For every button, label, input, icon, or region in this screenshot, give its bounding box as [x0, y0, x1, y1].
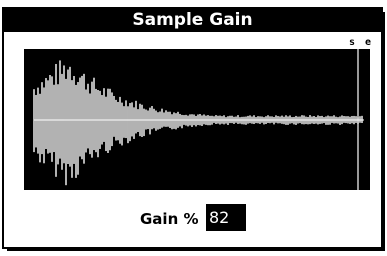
- waveform-display[interactable]: [24, 49, 370, 190]
- waveform-graphic: [33, 49, 364, 190]
- gain-row: Gain % 82: [4, 204, 381, 234]
- gain-label: Gain %: [140, 210, 199, 228]
- gain-percent-field[interactable]: 82: [206, 204, 246, 231]
- sample-gain-dialog: Sample Gain s e Gain % 82: [2, 7, 383, 249]
- start-end-marker-labels: s e: [349, 37, 374, 48]
- dialog-title: Sample Gain: [4, 9, 381, 32]
